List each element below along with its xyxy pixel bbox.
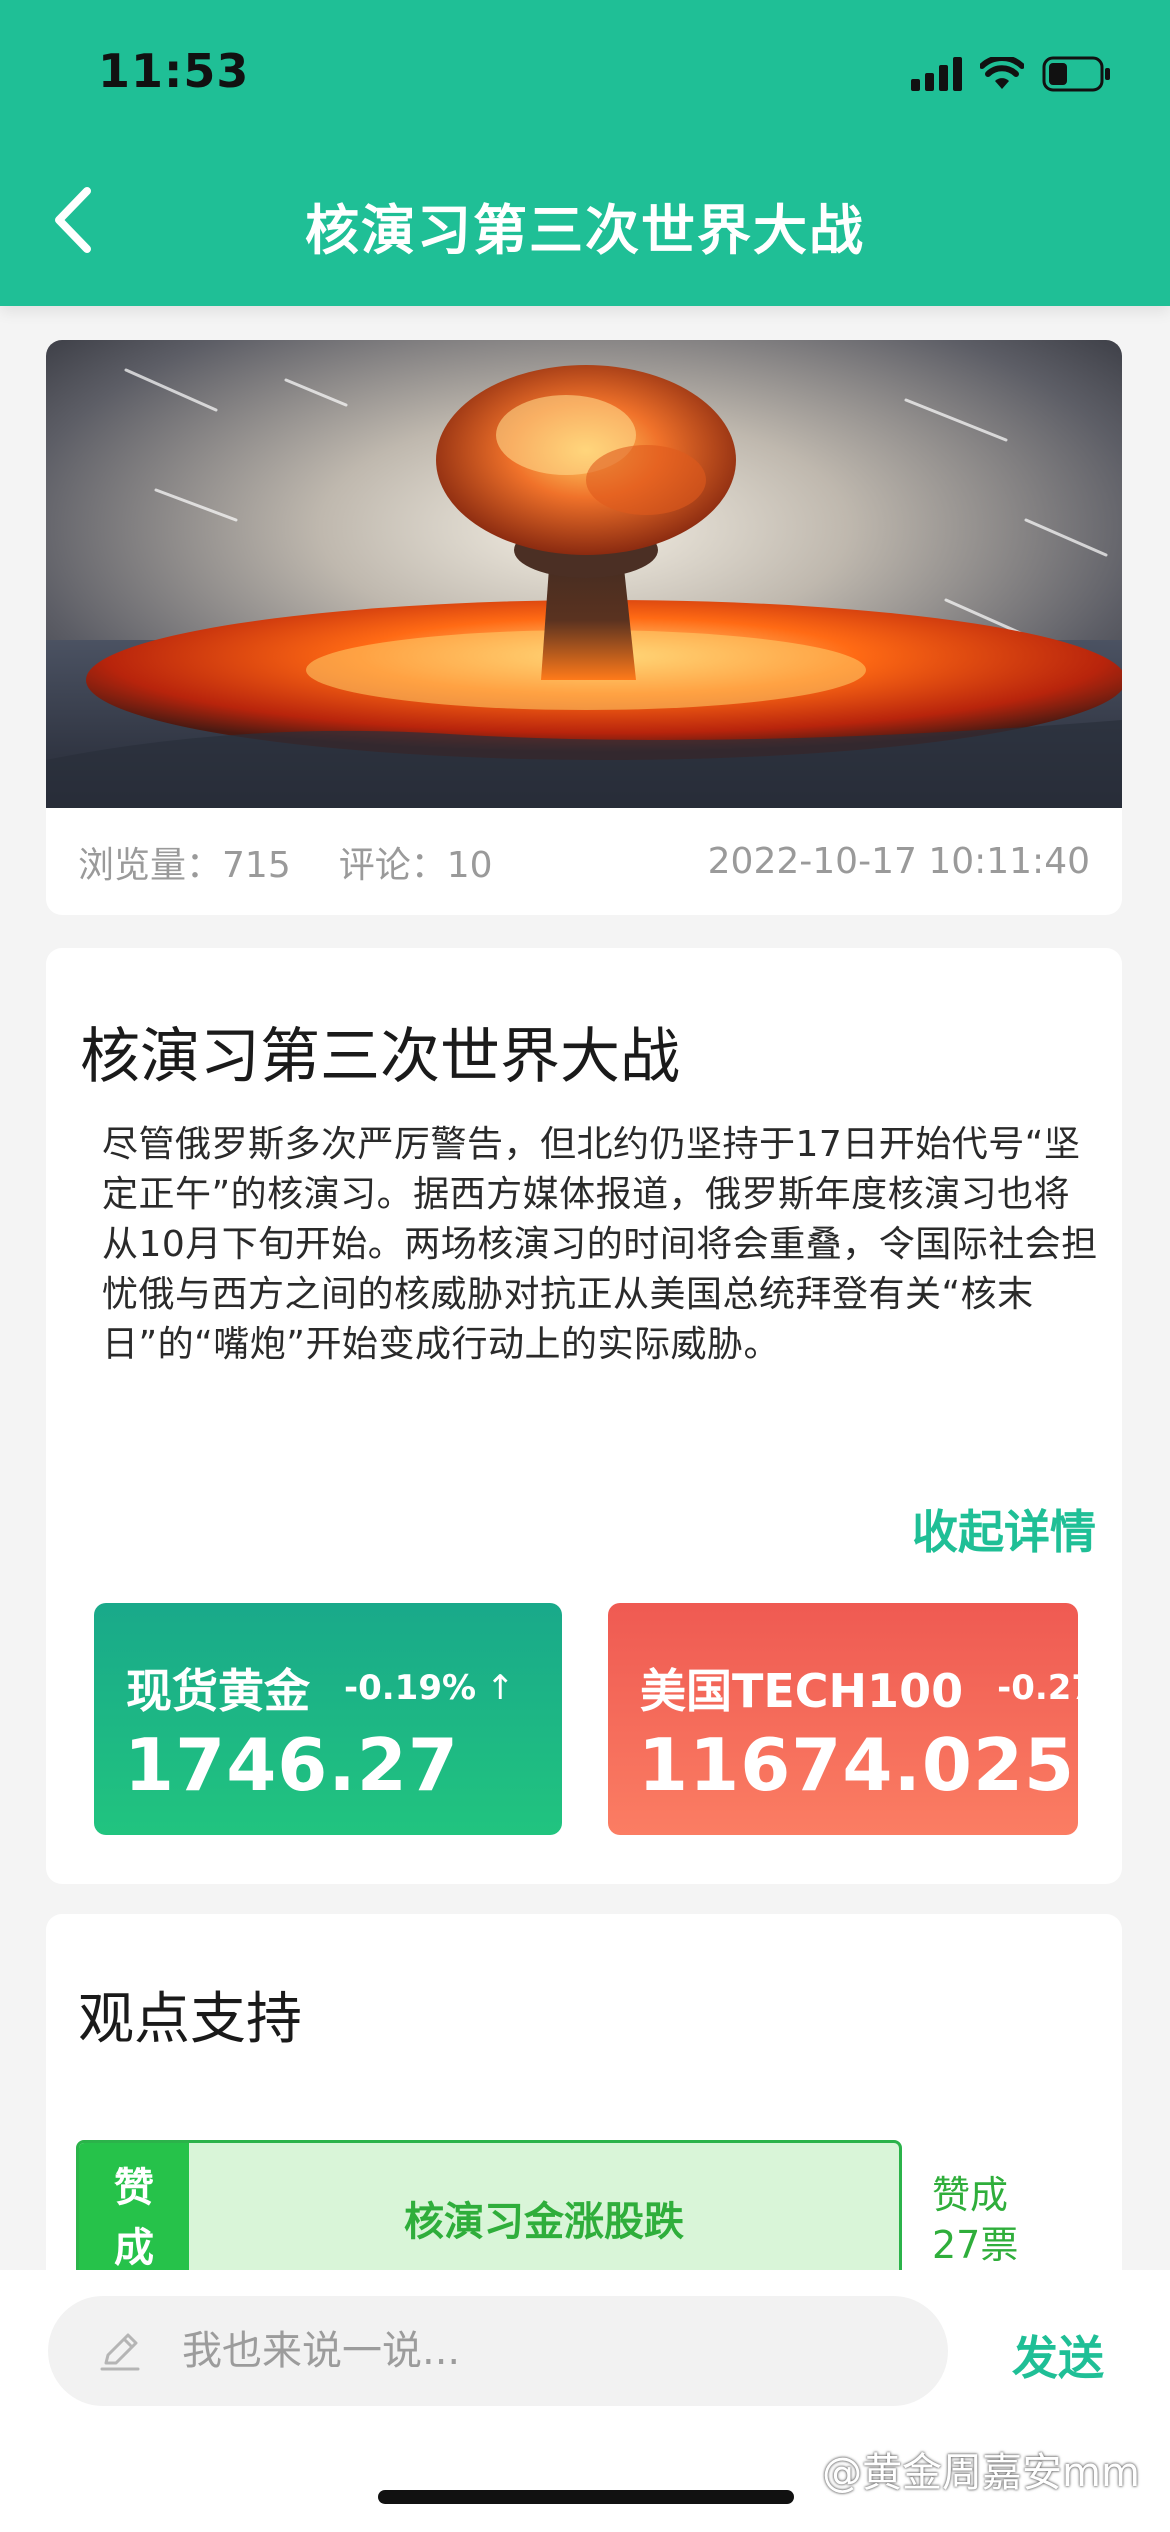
comment-input[interactable] — [182, 2328, 942, 2374]
ticker-change: -0.27 — [997, 1668, 1078, 1708]
vote-count: 赞成 27票 — [932, 2173, 1019, 2267]
status-time: 11:53 — [98, 44, 250, 98]
comment-input-wrapper[interactable] — [48, 2296, 948, 2406]
vote-tag: 赞 成 — [79, 2143, 189, 2287]
vote-topic: 核演习金涨股跌 — [404, 2199, 684, 2245]
page-title: 核演习第三次世界大战 — [305, 199, 865, 262]
send-button[interactable]: 发送 — [1012, 2322, 1104, 2388]
ticker-gold[interactable]: 现货黄金 -0.19% ↑ 1746.27 — [94, 1603, 562, 1835]
wifi-icon — [980, 57, 1024, 91]
home-indicator[interactable] — [378, 2490, 794, 2504]
ticker-tech100[interactable]: 美国TECH100 -0.27 11674.025 — [608, 1603, 1078, 1835]
opinion-card: 观点支持 赞 成 核演习金涨股跌 赞成 27票 — [46, 1914, 1122, 2314]
article-card: 核演习第三次世界大战 尽管俄罗斯多次严厉警告，但北约仍坚持于17日开始代号“坚定… — [46, 948, 1122, 1884]
ticker-change: -0.19% — [344, 1668, 477, 1708]
status-icons — [911, 52, 1112, 96]
ticker-value: 11674.025 — [638, 1723, 1076, 1807]
comment-bar: 发送 @黄金周嘉安mm — [0, 2270, 1170, 2532]
watermark: @黄金周嘉安mm — [822, 2450, 1140, 2496]
meta-row: 浏览量：715 评论：10 2022-10-17 10:11:40 — [46, 808, 1122, 915]
article-body: 尽管俄罗斯多次严厉警告，但北约仍坚持于17日开始代号“坚定正午”的核演习。据西方… — [102, 1124, 1098, 1365]
hero-image — [46, 340, 1122, 808]
publish-datetime: 2022-10-17 10:11:40 — [707, 841, 1090, 882]
vote-option-bar[interactable]: 赞 成 核演习金涨股跌 — [76, 2140, 902, 2290]
hero-card: 浏览量：715 评论：10 2022-10-17 10:11:40 — [46, 340, 1122, 915]
app-header: 11:53 核演习第三次世界大战 — [0, 0, 1170, 306]
views-stat: 浏览量：715 — [78, 844, 291, 886]
collapse-details-link[interactable]: 收起详情 — [912, 1496, 1096, 1562]
signal-icon — [911, 57, 962, 91]
opinion-title: 观点支持 — [78, 1987, 302, 2052]
pencil-icon — [100, 2333, 140, 2371]
up-arrow-icon: ↑ — [486, 1668, 515, 1708]
ticker-name: 美国TECH100 — [640, 1664, 964, 1718]
battery-icon — [1042, 56, 1112, 92]
ticker-value: 1746.27 — [124, 1723, 459, 1807]
article-title: 核演习第三次世界大战 — [80, 1022, 680, 1092]
ticker-name: 现货黄金 — [126, 1664, 310, 1718]
comments-stat: 评论：10 — [338, 844, 493, 886]
